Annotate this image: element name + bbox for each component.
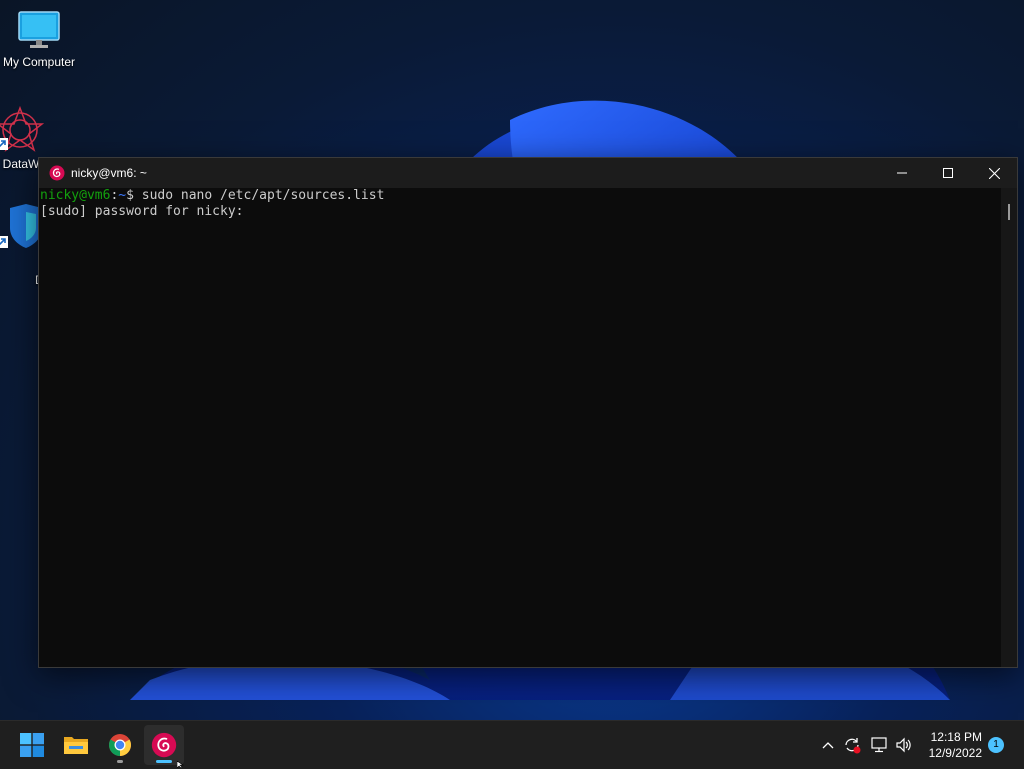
- mouse-cursor-icon: [177, 761, 184, 768]
- active-indicator: [156, 760, 172, 763]
- terminal-window[interactable]: nicky@vm6: ~ nicky@vm6:~$ sudo nano /etc…: [38, 157, 1018, 668]
- debian-swirl-icon: [49, 165, 65, 181]
- command-text: sudo nano /etc/apt/sources.list: [141, 188, 385, 203]
- chrome-button[interactable]: [100, 725, 140, 765]
- file-explorer-button[interactable]: [56, 725, 96, 765]
- password-prompt: [sudo] password for nicky:: [40, 204, 252, 219]
- clock-time: 12:18 PM: [930, 730, 982, 744]
- taskbar: 12:18 PM 12/9/2022 1: [0, 720, 1024, 769]
- close-icon: [988, 167, 1000, 179]
- chrome-icon: [109, 734, 131, 756]
- command-line: nicky@vm6:~$ sudo nano /etc/apt/sources.…: [40, 188, 1000, 204]
- debian-terminal-button[interactable]: [144, 725, 184, 765]
- clock-date: 12/9/2022: [928, 746, 982, 760]
- terminal-output[interactable]: nicky@vm6:~$ sudo nano /etc/apt/sources.…: [39, 188, 1001, 667]
- speaker-icon: [896, 737, 911, 753]
- minimize-button[interactable]: [879, 158, 925, 188]
- maximize-icon: [943, 168, 953, 178]
- prompt-symbol: $: [126, 188, 142, 203]
- volume-button[interactable]: [893, 721, 915, 769]
- debian-swirl-icon: [151, 732, 177, 758]
- notification-badge[interactable]: 1: [988, 737, 1004, 753]
- maximize-button[interactable]: [925, 158, 971, 188]
- clock[interactable]: 12:18 PM 12/9/2022: [929, 729, 982, 761]
- desktop-icon-label: My Computer: [2, 55, 76, 69]
- scrollbar[interactable]: [1001, 188, 1017, 667]
- close-button[interactable]: [971, 158, 1017, 188]
- running-indicator: [117, 760, 123, 763]
- sync-status-button[interactable]: [842, 721, 862, 769]
- prompt-user: nicky@vm6: [40, 188, 111, 203]
- start-button[interactable]: [12, 725, 52, 765]
- prompt-path: ~: [118, 188, 127, 203]
- desktop-icon-my-computer[interactable]: My Computer: [0, 10, 78, 69]
- datawarrior-icon: [0, 105, 45, 152]
- scrollbar-thumb[interactable]: [1008, 204, 1010, 220]
- network-button[interactable]: [868, 721, 890, 769]
- show-hidden-icons-button[interactable]: [818, 721, 838, 769]
- chevron-up-icon: [822, 742, 834, 749]
- title-bar[interactable]: nicky@vm6: ~: [39, 158, 1017, 188]
- window-title: nicky@vm6: ~: [71, 166, 147, 180]
- folder-icon: [64, 737, 88, 754]
- windows-logo-icon: [20, 733, 44, 757]
- network-icon: [871, 737, 887, 753]
- monitor-icon: [18, 11, 60, 48]
- sync-error-icon: [845, 738, 861, 754]
- minimize-icon: [897, 172, 907, 174]
